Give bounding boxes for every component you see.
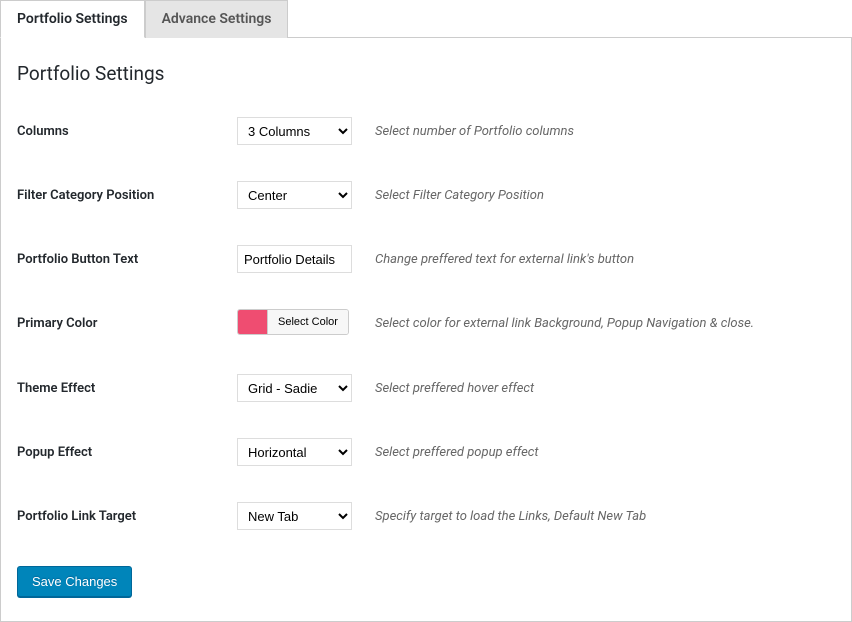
select-theme-effect[interactable]: Grid - Sadie (237, 374, 352, 402)
select-filter-position[interactable]: Center (237, 181, 352, 209)
select-popup-effect[interactable]: Horizontal (237, 438, 352, 466)
select-link-target[interactable]: New Tab (237, 502, 352, 530)
tabs: Portfolio Settings Advance Settings (0, 0, 852, 38)
row-primary-color: Primary Color Select Color Select color … (17, 309, 835, 338)
row-theme-effect: Theme Effect Grid - Sadie Select preffer… (17, 374, 835, 402)
color-picker[interactable]: Select Color (237, 309, 349, 335)
page-title: Portfolio Settings (17, 62, 835, 85)
label-theme-effect: Theme Effect (17, 381, 237, 396)
label-primary-color: Primary Color (17, 316, 237, 331)
tab-portfolio-settings[interactable]: Portfolio Settings (0, 0, 145, 38)
label-link-target: Portfolio Link Target (17, 509, 237, 524)
label-columns: Columns (17, 124, 237, 139)
label-button-text: Portfolio Button Text (17, 252, 237, 267)
row-button-text: Portfolio Button Text Change preffered t… (17, 245, 835, 273)
row-popup-effect: Popup Effect Horizontal Select preffered… (17, 438, 835, 466)
desc-button-text: Change preffered text for external link'… (375, 252, 634, 267)
row-columns: Columns 3 Columns Select number of Portf… (17, 117, 835, 145)
tab-advance-settings[interactable]: Advance Settings (145, 0, 289, 38)
desc-popup-effect: Select preffered popup effect (375, 445, 539, 460)
select-color-button[interactable]: Select Color (268, 310, 348, 334)
row-filter-position: Filter Category Position Center Select F… (17, 181, 835, 209)
desc-link-target: Specify target to load the Links, Defaul… (375, 509, 646, 524)
desc-columns: Select number of Portfolio columns (375, 124, 574, 139)
input-button-text[interactable] (237, 245, 352, 273)
desc-theme-effect: Select preffered hover effect (375, 381, 534, 396)
desc-primary-color: Select color for external link Backgroun… (375, 316, 754, 331)
desc-filter-position: Select Filter Category Position (375, 188, 544, 203)
select-columns[interactable]: 3 Columns (237, 117, 352, 145)
color-swatch (238, 310, 268, 334)
label-filter-position: Filter Category Position (17, 188, 237, 203)
save-changes-button[interactable]: Save Changes (17, 566, 132, 597)
label-popup-effect: Popup Effect (17, 445, 237, 460)
row-link-target: Portfolio Link Target New Tab Specify ta… (17, 502, 835, 530)
